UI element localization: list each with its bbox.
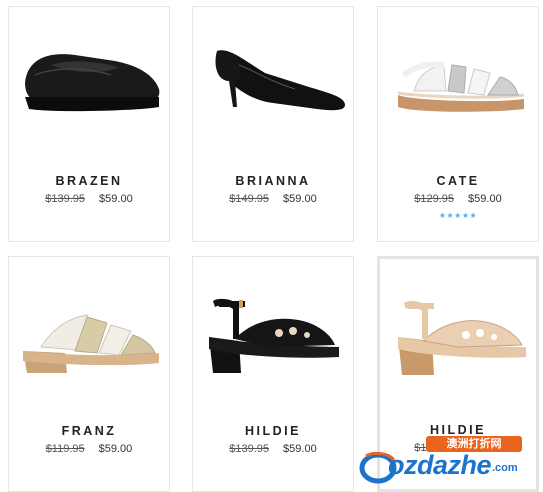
product-image[interactable]	[15, 31, 165, 131]
product-name[interactable]: CATE	[378, 174, 538, 188]
original-price: $149.95	[229, 193, 270, 205]
site-watermark: 澳洲打折网 ozdazhe .com	[352, 436, 538, 486]
product-image[interactable]	[15, 281, 165, 381]
product-card[interactable]: CATE $129.95 $59.00 ★★★★★	[377, 6, 539, 242]
product-name[interactable]: HILDIE	[193, 424, 353, 438]
product-card[interactable]: HILDIE $139.95 $59.00	[192, 256, 354, 492]
product-name[interactable]: BRAZEN	[9, 174, 169, 188]
product-image[interactable]	[386, 283, 536, 383]
product-name[interactable]: HILDIE	[380, 423, 536, 437]
watermark-domain-suffix: .com	[492, 462, 518, 474]
sale-price: $59.00	[468, 193, 502, 205]
price-row: $139.95 $59.00	[9, 193, 169, 205]
rating-stars: ★★★★★	[438, 211, 478, 220]
original-price: $139.95	[229, 443, 270, 455]
sale-price: $59.00	[283, 193, 317, 205]
product-card[interactable]: BRIANNA $149.95 $59.00	[192, 6, 354, 242]
price-row: $129.95 $59.00	[378, 193, 538, 205]
sale-price: $59.00	[99, 193, 133, 205]
product-card[interactable]: FRANZ $119.95 $59.00	[8, 256, 170, 492]
product-image[interactable]	[384, 31, 534, 131]
original-price: $119.95	[45, 443, 85, 455]
product-card[interactable]: BRAZEN $139.95 $59.00	[8, 6, 170, 242]
price-row: $119.95 $59.00	[9, 443, 169, 455]
product-name[interactable]: FRANZ	[9, 424, 169, 438]
original-price: $129.95	[414, 193, 455, 205]
price-row: $139.95 $59.00	[193, 443, 353, 455]
original-price: $139.95	[45, 193, 86, 205]
price-row: $149.95 $59.00	[193, 193, 353, 205]
sale-price: $59.00	[98, 443, 133, 455]
product-name[interactable]: BRIANNA	[193, 174, 353, 188]
watermark-brand: ozdazhe	[388, 450, 492, 480]
product-image[interactable]	[199, 281, 349, 381]
product-image[interactable]	[199, 31, 349, 131]
sale-price: $59.00	[283, 443, 317, 455]
